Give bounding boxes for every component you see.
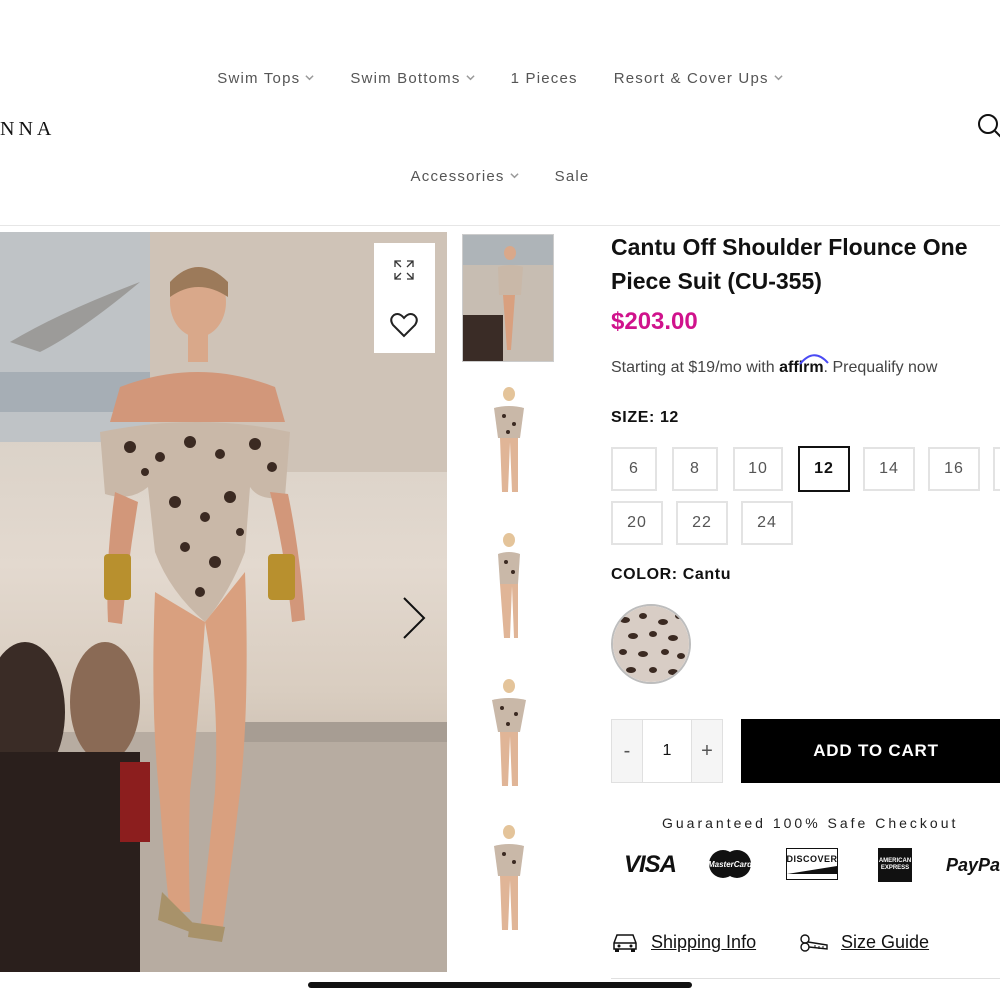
color-selected-value: Cantu bbox=[682, 566, 732, 583]
financing-prefix: Starting at $19/mo with bbox=[611, 359, 780, 376]
nav-label: 1 Pieces bbox=[510, 70, 578, 87]
quantity-increase-button[interactable]: + bbox=[692, 720, 722, 782]
product-title: Cantu Off Shoulder Flounce One Piece Sui… bbox=[611, 234, 968, 294]
expand-icon[interactable] bbox=[392, 258, 416, 282]
amex-logo: AMERICAN EXPRESS bbox=[878, 848, 912, 882]
nav-swim-tops[interactable]: Swim Tops bbox=[217, 70, 314, 87]
mastercard-logo: MasterCard bbox=[708, 850, 753, 878]
size-guide-label: Size Guide bbox=[841, 931, 930, 952]
prequalify-link[interactable]: . Prequalify now bbox=[824, 359, 938, 376]
quantity-decrease-button[interactable]: - bbox=[612, 720, 642, 782]
car-icon bbox=[613, 934, 637, 952]
main-nav-row-2: Accessories Sale bbox=[0, 168, 1000, 185]
thumbnail-image bbox=[494, 825, 524, 930]
color-label-text: COLOR: bbox=[611, 566, 678, 583]
size-option-20[interactable]: 20 bbox=[611, 501, 663, 545]
home-indicator[interactable] bbox=[308, 982, 692, 988]
leopard-swatch-image bbox=[613, 606, 689, 682]
thumbnail-5[interactable] bbox=[462, 818, 554, 946]
size-option-22[interactable]: 22 bbox=[676, 501, 728, 545]
financing-message: Starting at $19/mo with affirm. Prequali… bbox=[611, 354, 938, 377]
size-option-24[interactable]: 24 bbox=[741, 501, 793, 545]
size-option-8[interactable]: 8 bbox=[672, 447, 718, 491]
size-option-10[interactable]: 10 bbox=[733, 447, 783, 491]
shipping-info-link[interactable]: Shipping Info bbox=[611, 931, 756, 953]
size-guide-link[interactable]: Size Guide bbox=[797, 931, 929, 953]
thumbnail-3[interactable] bbox=[462, 526, 554, 654]
affirm-logo: affirm bbox=[779, 354, 829, 376]
divider bbox=[611, 978, 1000, 979]
thumbnail-1[interactable] bbox=[462, 234, 554, 362]
mastercard-text: MasterCard bbox=[708, 860, 753, 869]
nav-label: Sale bbox=[554, 168, 590, 185]
nav-swim-bottoms[interactable]: Swim Bottoms bbox=[350, 70, 475, 87]
size-option-14[interactable]: 14 bbox=[863, 447, 915, 491]
amex-text: AMERICAN EXPRESS bbox=[878, 858, 912, 871]
thumbnail-image bbox=[463, 235, 553, 361]
thumbnail-image bbox=[492, 679, 526, 786]
nav-label: Swim Bottoms bbox=[350, 70, 461, 87]
nav-label: Resort & Cover Ups bbox=[613, 70, 769, 87]
quantity-stepper: - 1 + bbox=[611, 719, 723, 783]
nav-label: Accessories bbox=[410, 168, 505, 185]
nav-one-pieces[interactable]: 1 Pieces bbox=[511, 70, 578, 87]
paypal-logo: PayPal bbox=[946, 854, 1000, 875]
size-label-text: SIZE: bbox=[611, 409, 655, 426]
thumbnail-image bbox=[498, 533, 520, 638]
color-label: COLOR: Cantu bbox=[611, 566, 731, 584]
nav-sale[interactable]: Sale bbox=[555, 168, 590, 185]
nav-accessories[interactable]: Accessories bbox=[411, 168, 519, 185]
tape-measure-icon bbox=[800, 934, 828, 952]
discover-logo: DISCOVER bbox=[786, 848, 838, 880]
thumbnail-image bbox=[494, 387, 524, 492]
chevron-down-icon bbox=[774, 74, 783, 80]
main-nav-row-1: Swim Tops Swim Bottoms 1 Pieces Resort &… bbox=[0, 70, 1000, 87]
quantity-input[interactable]: 1 bbox=[642, 720, 692, 782]
brand-logo[interactable]: NNA bbox=[0, 118, 55, 141]
safe-checkout-label: Guaranteed 100% Safe Checkout bbox=[662, 815, 959, 831]
nav-resort-cover-ups[interactable]: Resort & Cover Ups bbox=[614, 70, 783, 87]
visa-logo: VISA bbox=[624, 851, 677, 878]
size-selected-value: 12 bbox=[659, 409, 679, 426]
chevron-down-icon bbox=[305, 74, 314, 80]
add-to-cart-button[interactable]: ADD TO CART bbox=[741, 719, 1000, 783]
size-option-6[interactable]: 6 bbox=[611, 447, 657, 491]
site-header: NNA Swim Tops Swim Bottoms 1 Pieces Reso… bbox=[0, 0, 1000, 226]
heart-icon[interactable] bbox=[390, 312, 418, 338]
size-label: SIZE: 12 bbox=[611, 409, 679, 427]
product-price: $203.00 bbox=[611, 308, 698, 335]
search-icon[interactable] bbox=[976, 112, 1000, 140]
nav-label: Swim Tops bbox=[217, 70, 301, 87]
shipping-info-label: Shipping Info bbox=[651, 931, 757, 952]
chevron-down-icon bbox=[465, 74, 475, 80]
size-option-16[interactable]: 16 bbox=[928, 447, 980, 491]
chevron-right-icon[interactable] bbox=[398, 594, 430, 642]
discover-swoosh-icon bbox=[787, 866, 837, 874]
color-swatch-cantu[interactable] bbox=[611, 604, 691, 684]
thumbnail-4[interactable] bbox=[462, 672, 554, 800]
chevron-down-icon bbox=[510, 172, 519, 178]
affirm-arc-icon bbox=[799, 354, 829, 365]
discover-text: DISCOVER bbox=[786, 854, 838, 864]
size-option-12[interactable]: 12 bbox=[798, 446, 850, 492]
size-option-18[interactable]: 18 bbox=[993, 447, 1000, 491]
thumbnail-2[interactable] bbox=[462, 380, 554, 508]
